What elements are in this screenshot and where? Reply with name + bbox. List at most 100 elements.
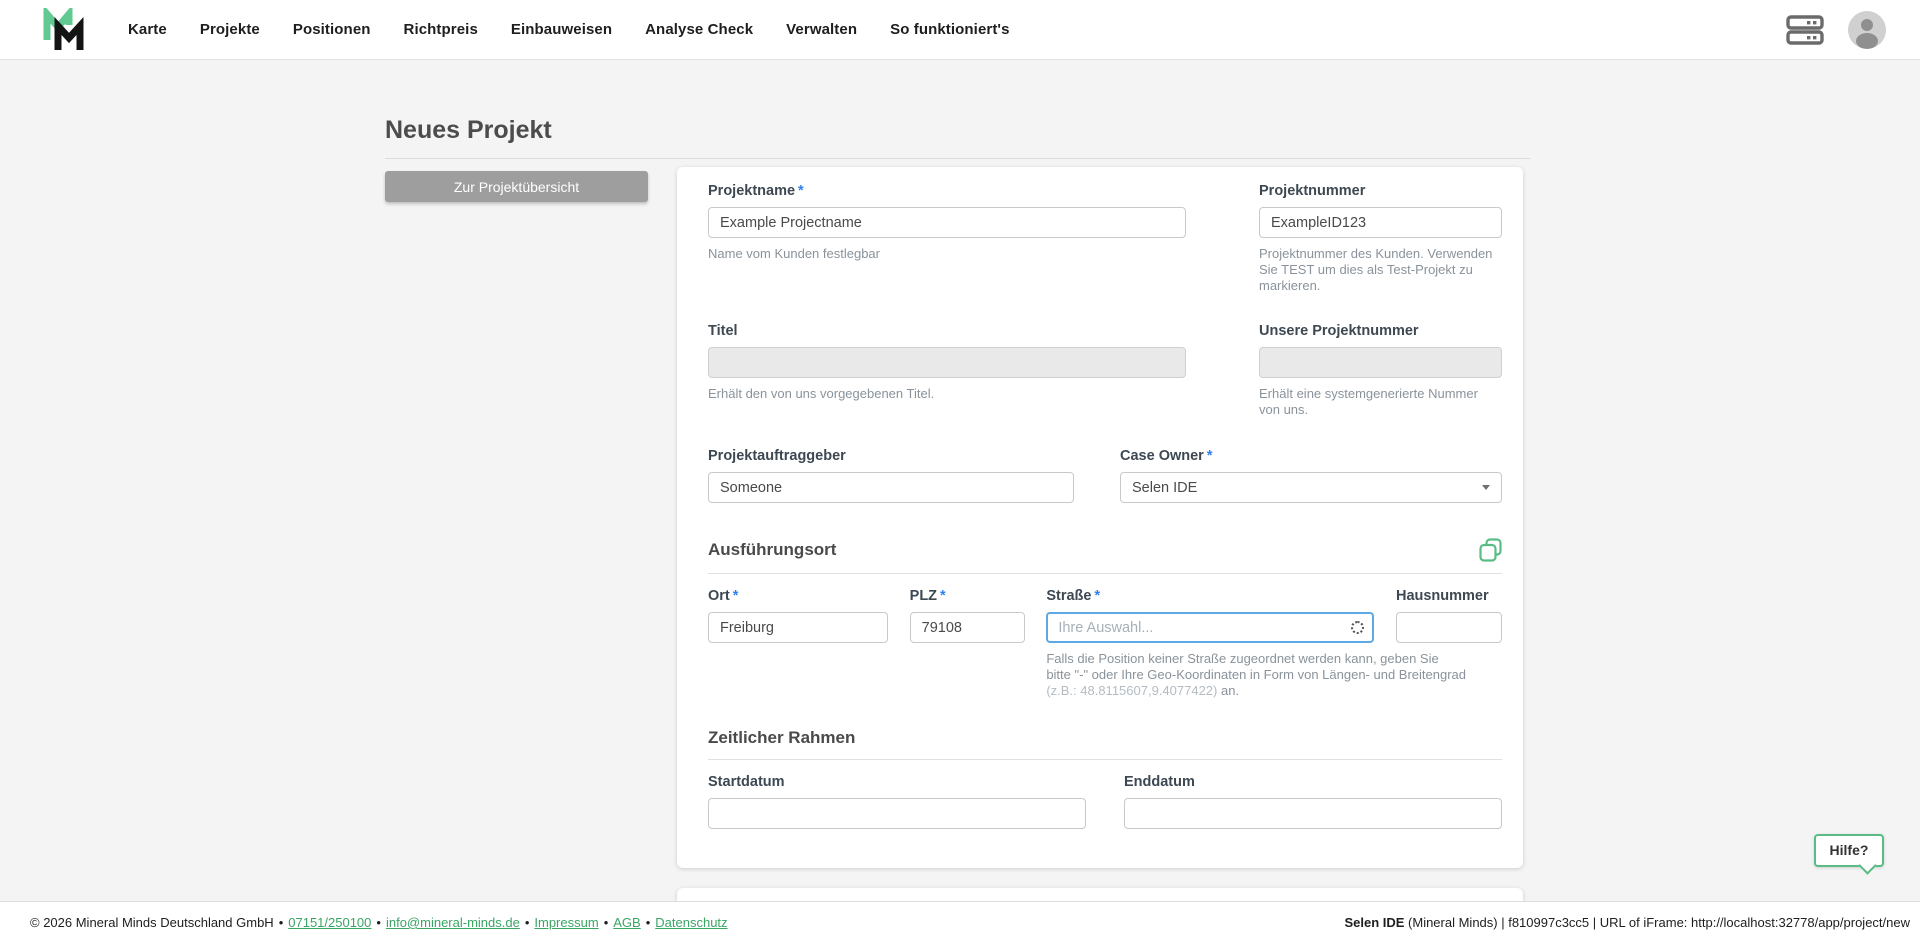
help-button[interactable]: Hilfe?	[1814, 834, 1884, 867]
page-header: Neues Projekt	[385, 116, 1530, 159]
footer-separator: •	[604, 915, 609, 930]
user-avatar[interactable]	[1848, 11, 1886, 49]
required-asterisk: *	[1207, 448, 1213, 464]
back-to-project-overview-button[interactable]: Zur Projektübersicht	[385, 171, 648, 202]
ausfuehrungsort-title: Ausführungsort	[708, 540, 836, 560]
unsere-projektnummer-label: Unsere Projektnummer	[1259, 323, 1502, 339]
nav-item-projekte[interactable]: Projekte	[200, 21, 260, 38]
footer-status-user: Selen IDE	[1344, 915, 1404, 930]
projektname-label-text: Projektname	[708, 183, 795, 199]
case-owner-label-text: Case Owner	[1120, 448, 1204, 464]
projektnummer-label: Projektnummer	[1259, 183, 1502, 199]
form-row-name-number: Projektname* Name vom Kunden festlegbar …	[708, 183, 1502, 294]
strasse-helper-example: (z.B.: 48.8115607,9.4077422)	[1046, 683, 1217, 698]
server-icon[interactable]	[1786, 14, 1824, 46]
nav-item-verwalten[interactable]: Verwalten	[786, 21, 857, 38]
field-plz: PLZ*	[910, 588, 1025, 699]
footer-separator: •	[376, 915, 381, 930]
plz-input[interactable]	[910, 612, 1025, 643]
ort-label-text: Ort	[708, 588, 730, 604]
nav-item-analyse-check[interactable]: Analyse Check	[645, 21, 753, 38]
footer-email-link[interactable]: info@mineral-minds.de	[386, 915, 520, 930]
unsere-projektnummer-input	[1259, 347, 1502, 378]
startdatum-input[interactable]	[708, 798, 1086, 829]
field-projektauftraggeber: Projektauftraggeber	[708, 448, 1074, 503]
footer-datenschutz-link[interactable]: Datenschutz	[655, 915, 727, 930]
case-owner-selected-value: Selen IDE	[1132, 480, 1197, 496]
nav-item-einbauweisen[interactable]: Einbauweisen	[511, 21, 612, 38]
strasse-label: Straße*	[1046, 588, 1374, 604]
field-ort: Ort*	[708, 588, 888, 699]
case-owner-label: Case Owner*	[1120, 448, 1502, 464]
person-icon	[1848, 11, 1886, 49]
startdatum-label: Startdatum	[708, 774, 1086, 790]
plz-label: PLZ*	[910, 588, 1025, 604]
ort-label: Ort*	[708, 588, 888, 604]
strasse-label-text: Straße	[1046, 588, 1091, 604]
footer-copyright: © 2026 Mineral Minds Deutschland GmbH	[30, 915, 274, 930]
section-ausfuehrungsort: Ausführungsort	[708, 538, 1502, 562]
field-titel: Titel Erhält den von uns vorgegebenen Ti…	[708, 323, 1186, 418]
field-startdatum: Startdatum	[708, 774, 1086, 829]
hausnummer-input[interactable]	[1396, 612, 1502, 643]
footer-phone-link[interactable]: 07151/250100	[288, 915, 371, 930]
footer-status: Selen IDE (Mineral Minds) | f810997c3cc5…	[1344, 915, 1910, 930]
required-asterisk: *	[940, 588, 946, 604]
titel-helper: Erhält den von uns vorgegebenen Titel.	[708, 386, 1186, 402]
form-row-auftraggeber-owner: Projektauftraggeber Case Owner* Selen ID…	[708, 448, 1502, 503]
projektnummer-helper: Projektnummer des Kunden. Verwenden Sie …	[1259, 246, 1502, 294]
enddatum-input[interactable]	[1124, 798, 1502, 829]
required-asterisk: *	[1094, 588, 1100, 604]
field-projektname: Projektname* Name vom Kunden festlegbar	[708, 183, 1186, 294]
footer-separator: •	[279, 915, 284, 930]
copy-icon[interactable]	[1479, 538, 1502, 562]
projektnummer-input[interactable]	[1259, 207, 1502, 238]
plz-label-text: PLZ	[910, 588, 937, 604]
hausnummer-label: Hausnummer	[1396, 588, 1502, 604]
ort-input[interactable]	[708, 612, 888, 643]
titel-input	[708, 347, 1186, 378]
footer-agb-link[interactable]: AGB	[613, 915, 640, 930]
zeitlicher-rahmen-title: Zeitlicher Rahmen	[708, 728, 855, 748]
required-asterisk: *	[798, 183, 804, 199]
strasse-input[interactable]	[1046, 612, 1374, 643]
nav-item-richtpreis[interactable]: Richtpreis	[404, 21, 478, 38]
projektauftraggeber-input[interactable]	[708, 472, 1074, 503]
field-enddatum: Enddatum	[1124, 774, 1502, 829]
section-zeitlicher-rahmen: Zeitlicher Rahmen	[708, 728, 1502, 748]
footer-impressum-link[interactable]: Impressum	[534, 915, 598, 930]
ausfuehrungsort-divider	[708, 573, 1502, 574]
required-asterisk: *	[733, 588, 739, 604]
form-row-titel-unsere-nummer: Titel Erhält den von uns vorgegebenen Ti…	[708, 323, 1502, 418]
field-hausnummer: Hausnummer	[1396, 588, 1502, 699]
top-nav-bar: Karte Projekte Positionen Richtpreis Ein…	[0, 0, 1920, 60]
enddatum-label: Enddatum	[1124, 774, 1502, 790]
zeitlicher-rahmen-divider	[708, 759, 1502, 760]
field-strasse: Straße* Falls die Position keiner Straße…	[1046, 588, 1374, 699]
footer-separator: •	[646, 915, 651, 930]
new-project-form-card: Projektname* Name vom Kunden festlegbar …	[677, 167, 1523, 868]
field-unsere-projektnummer: Unsere Projektnummer Erhält eine systemg…	[1259, 323, 1502, 418]
projektname-label: Projektname*	[708, 183, 1186, 199]
field-projektnummer: Projektnummer Projektnummer des Kunden. …	[1259, 183, 1502, 294]
page-title: Neues Projekt	[385, 116, 1530, 145]
projektname-input[interactable]	[708, 207, 1186, 238]
unsere-projektnummer-helper: Erhält eine systemgenerierte Nummer von …	[1259, 386, 1502, 418]
footer-separator: •	[525, 915, 530, 930]
nav-item-karte[interactable]: Karte	[128, 21, 167, 38]
case-owner-select[interactable]: Selen IDE	[1120, 472, 1502, 503]
strasse-input-wrap	[1046, 612, 1374, 643]
nav-item-so-funktionierts[interactable]: So funktioniert's	[890, 21, 1009, 38]
field-case-owner: Case Owner* Selen IDE	[1120, 448, 1502, 503]
footer-bar: © 2026 Mineral Minds Deutschland GmbH • …	[0, 901, 1920, 943]
titel-label: Titel	[708, 323, 1186, 339]
main-nav: Karte Projekte Positionen Richtpreis Ein…	[128, 21, 1010, 38]
footer-left: © 2026 Mineral Minds Deutschland GmbH • …	[30, 915, 728, 930]
logo-icon	[42, 8, 88, 52]
mineral-minds-logo[interactable]	[42, 8, 88, 52]
footer-status-rest: (Mineral Minds) | f810997c3cc5 | URL of …	[1404, 915, 1910, 930]
header-right-controls	[1786, 11, 1886, 49]
nav-item-positionen[interactable]: Positionen	[293, 21, 371, 38]
projektname-helper: Name vom Kunden festlegbar	[708, 246, 1186, 262]
title-divider	[385, 158, 1530, 159]
